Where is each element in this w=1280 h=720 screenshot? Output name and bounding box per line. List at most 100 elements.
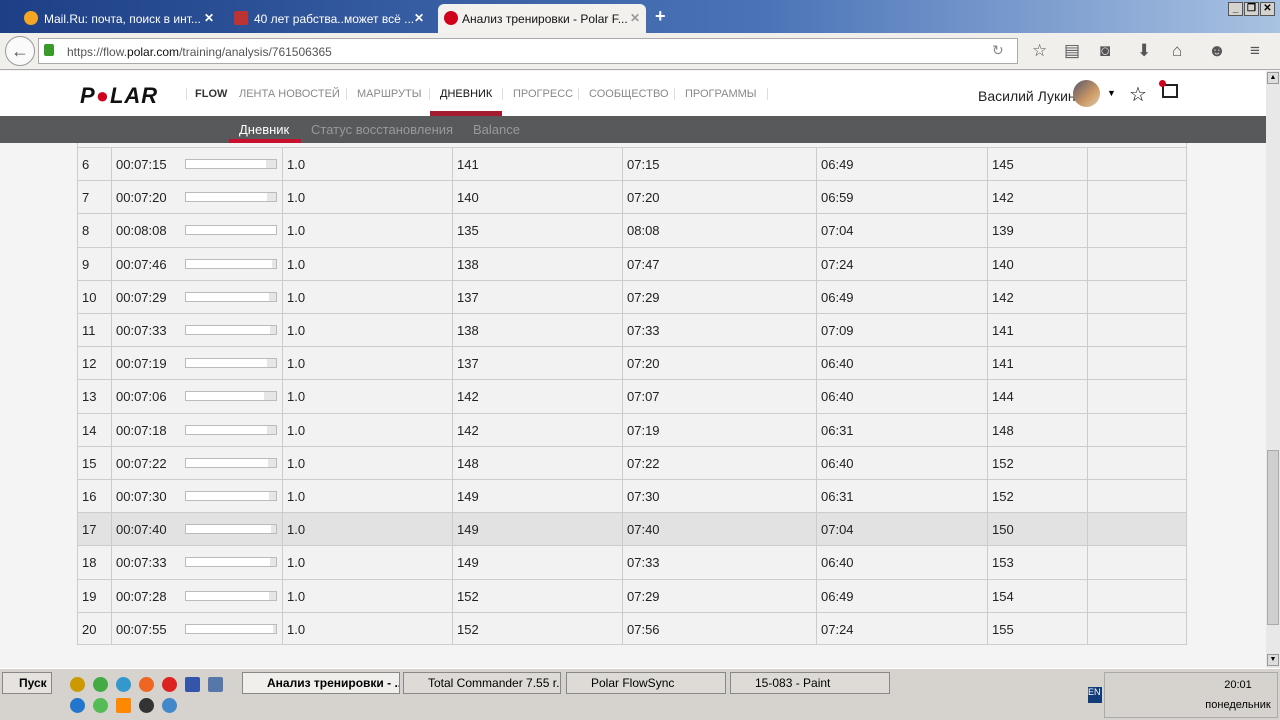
cell-extra [1087,181,1092,215]
restore-button[interactable]: ❐ [1244,2,1259,16]
table-row[interactable]: 7 00:07:20 1.0 140 07:20 06:59 142 [78,180,1186,215]
reading-list-icon[interactable]: ▤ [1064,41,1080,61]
quicklaunch-icon[interactable] [70,677,85,692]
nav-feed[interactable]: ЛЕНТА НОВОСТЕЙ [239,88,340,100]
cell-time: 00:07:55 [111,612,167,644]
new-tab-button[interactable]: + [655,6,666,27]
cell-pace: 07:33 [622,314,660,347]
tab-mailru[interactable]: Mail.Ru: почта, поиск в инт... ✕ [20,4,220,33]
quicklaunch-icon[interactable] [116,677,131,692]
cell-hr: 137 [452,347,479,381]
save-icon[interactable] [185,677,200,692]
player-icon[interactable] [139,698,154,713]
avatar[interactable] [1073,80,1100,107]
table-row[interactable]: 10 00:07:29 1.0 137 07:29 06:49 142 [78,279,1186,314]
cell-dist: 1.0 [282,413,305,447]
tab-forum[interactable]: 40 лет рабства..может всё ... ✕ [230,4,430,33]
bookmark-star-icon[interactable]: ☆ [1032,41,1047,61]
home-icon[interactable]: ⌂ [1172,41,1182,61]
nav-community[interactable]: СООБЩЕСТВО [578,88,669,100]
nav-diary[interactable]: ДНЕВНИК [429,88,492,100]
table-row[interactable]: 20 00:07:55 1.0 152 07:56 07:24 155 [78,611,1186,644]
odnoklassniki-icon[interactable] [116,698,131,713]
lap-duration-bar [185,557,277,568]
close-tab-icon[interactable]: ✕ [630,11,640,25]
scroll-down-icon[interactable]: ▼ [1267,654,1279,666]
ie-icon[interactable] [70,698,85,713]
minimize-button[interactable]: _ [1228,2,1243,16]
quicklaunch-icon[interactable] [93,698,108,713]
subnav-diary[interactable]: Дневник [239,122,289,137]
tab-polar[interactable]: Анализ тренировки - Polar F... ✕ [438,4,646,33]
hello-icon[interactable]: ☻ [1208,41,1226,61]
task-total-commander[interactable]: Total Commander 7.55 r... [403,672,561,694]
opera-icon[interactable] [162,677,177,692]
task-firefox[interactable]: Анализ тренировки - ... [242,672,400,694]
cell-extra [1087,380,1092,414]
download-icon[interactable]: ⬇ [1137,41,1151,61]
cell-hr: 149 [452,513,479,547]
cell-time: 00:07:40 [111,513,167,547]
close-tab-icon[interactable]: ✕ [414,11,424,25]
cell-time: 00:07:18 [111,413,167,447]
table-row[interactable]: 17 00:07:40 1.0 149 07:40 07:04 150 [78,512,1186,547]
table-row[interactable]: 9 00:07:46 1.0 138 07:47 07:24 140 [78,246,1186,281]
url-bar[interactable]: https://flow.polar.com/training/analysis… [38,38,1018,64]
cell-extra [1087,446,1092,480]
nav-progress[interactable]: ПРОГРЕСС [502,88,573,100]
task-polar-flowsync[interactable]: Polar FlowSync [566,672,726,694]
start-button[interactable]: Пуск [2,672,52,694]
cell-hr: 149 [452,546,479,580]
clock-time[interactable]: 20:01 [1208,679,1268,691]
quicklaunch-icon[interactable] [162,698,177,713]
chrome-icon[interactable] [93,677,108,692]
favorites-star-icon[interactable]: ☆ [1129,82,1147,107]
user-menu-caret-icon[interactable]: ▼ [1107,88,1116,98]
cell-n: 15 [82,455,97,471]
subnav-recovery[interactable]: Статус восстановления [311,122,453,137]
back-button[interactable]: ← [5,36,35,66]
task-paint[interactable]: 15-083 - Paint [730,672,890,694]
cell-max: 141 [987,347,1014,381]
scrollbar-thumb[interactable] [1267,450,1279,625]
scroll-up-icon[interactable]: ▲ [1267,72,1279,84]
subnav-balance[interactable]: Balance [473,122,520,137]
language-indicator[interactable]: EN [1088,687,1102,703]
table-row[interactable]: 15 00:07:22 1.0 148 07:22 06:40 152 [78,445,1186,480]
messages-icon[interactable] [1159,80,1178,98]
flow-label[interactable]: FLOW [186,88,227,100]
table-row[interactable]: 19 00:07:28 1.0 152 07:29 06:49 154 [78,578,1186,613]
table-row[interactable]: 8 00:08:08 1.0 135 08:08 07:04 139 [78,213,1186,248]
cell-dist: 1.0 [282,612,305,644]
close-tab-icon[interactable]: ✕ [204,11,214,25]
vk-icon[interactable] [208,677,223,692]
table-row[interactable]: 11 00:07:33 1.0 138 07:33 07:09 141 [78,313,1186,347]
reload-icon[interactable]: ↻ [992,42,1004,59]
lap-duration-bar-fill [186,425,267,434]
cell-extra [1087,513,1092,547]
cell-dist: 1.0 [282,181,305,215]
menu-icon[interactable]: ≡ [1250,41,1260,61]
tab-label: Анализ тренировки - Polar F... [462,11,628,26]
table-row[interactable]: 13 00:07:06 1.0 142 07:07 06:40 144 [78,379,1186,414]
cell-pace: 07:07 [622,380,660,414]
clock-day: понедельник [1205,699,1271,711]
cell-pace: 07:19 [622,413,660,447]
table-row[interactable]: 12 00:07:19 1.0 137 07:20 06:40 141 [78,346,1186,381]
taskbar: Пуск Анализ тренировки - ... Total Comma… [0,668,1280,720]
pocket-icon[interactable]: ◙ [1100,41,1110,61]
table-row[interactable]: 16 00:07:30 1.0 149 07:30 06:31 152 [78,479,1186,513]
cell-n: 17 [82,522,97,538]
nav-routes[interactable]: МАРШРУТЫ [346,88,421,100]
nav-programs[interactable]: ПРОГРАММЫ [674,88,768,100]
cell-extra [1087,612,1092,644]
cell-pace: 07:40 [622,513,660,547]
cell-n: 20 [82,621,97,637]
table-row[interactable]: 18 00:07:33 1.0 149 07:33 06:40 153 [78,545,1186,580]
user-name[interactable]: Василий Лукин [978,88,1076,104]
close-window-button[interactable]: ✕ [1260,2,1275,16]
firefox-icon[interactable] [139,677,154,692]
table-row[interactable]: 6 00:07:15 1.0 141 07:15 06:49 145 [78,147,1186,181]
polar-logo[interactable]: P●LAR [80,83,158,109]
table-row[interactable]: 14 00:07:18 1.0 142 07:19 06:31 148 [78,412,1186,447]
